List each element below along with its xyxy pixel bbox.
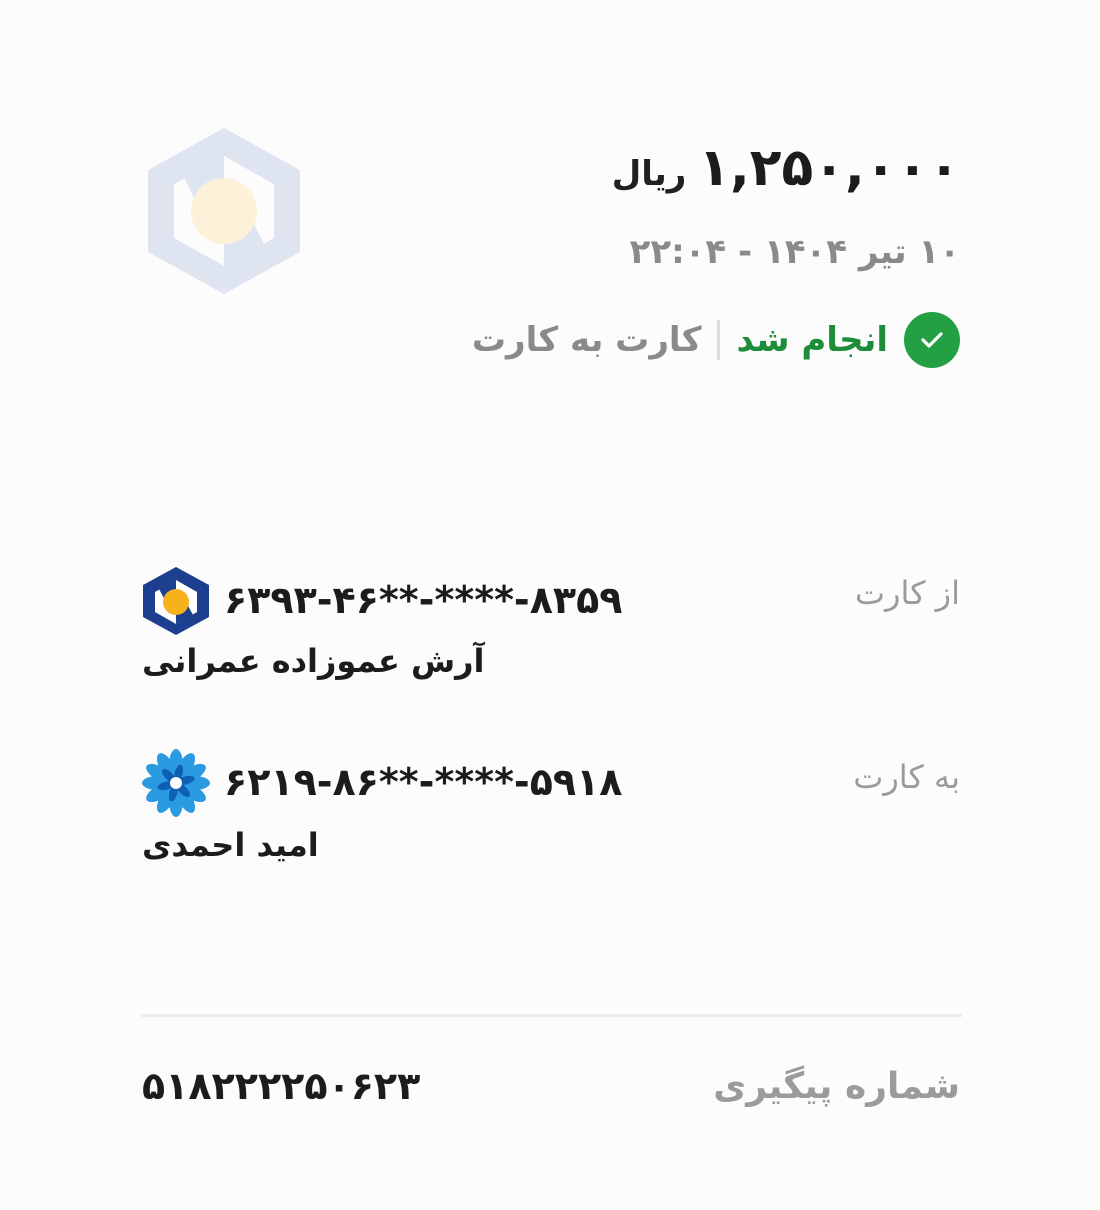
transfer-type: کارت به کارت	[471, 320, 702, 360]
destination-card-number: ۶۲۱۹-۸۶**-****-۵۹۱۸	[224, 760, 623, 804]
transaction-datetime: ۱۰ تیر ۱۴۰۴ - ۲۲:۰۴	[629, 232, 960, 272]
bank-saman-flower-icon	[142, 748, 210, 817]
currency-label: ریال	[611, 154, 687, 194]
status-divider	[717, 320, 721, 360]
tracking-number-label: شماره پیگیری	[713, 1066, 960, 1107]
success-check-icon	[904, 312, 960, 368]
status-text: انجام شد	[736, 320, 888, 360]
bank-logo-watermark-icon	[144, 126, 304, 296]
destination-card-owner: امید احمدی	[142, 826, 319, 864]
amount-value: ۱,۲۵۰,۰۰۰	[698, 138, 960, 198]
amount-row: ریال ۱,۲۵۰,۰۰۰	[612, 138, 960, 198]
source-card-number: ۶۳۹۳-۴۶**-****-۸۳۵۹	[224, 578, 623, 622]
bank-sepah-icon	[142, 566, 210, 635]
source-card-line: ۶۳۹۳-۴۶**-****-۸۳۵۹	[142, 566, 623, 635]
destination-card-line: ۶۲۱۹-۸۶**-****-۵۹۱۸	[142, 748, 623, 817]
destination-card-label: به کارت	[853, 758, 960, 796]
status-row: انجام شد کارت به کارت	[472, 312, 960, 368]
source-card-owner: آرش عموزاده عمرانی	[142, 642, 485, 680]
section-divider	[141, 1014, 962, 1017]
tracking-number-value[interactable]: ۵۱۸۲۲۲۲۵۰۶۲۳	[142, 1064, 420, 1108]
source-card-label: از کارت	[854, 574, 960, 612]
